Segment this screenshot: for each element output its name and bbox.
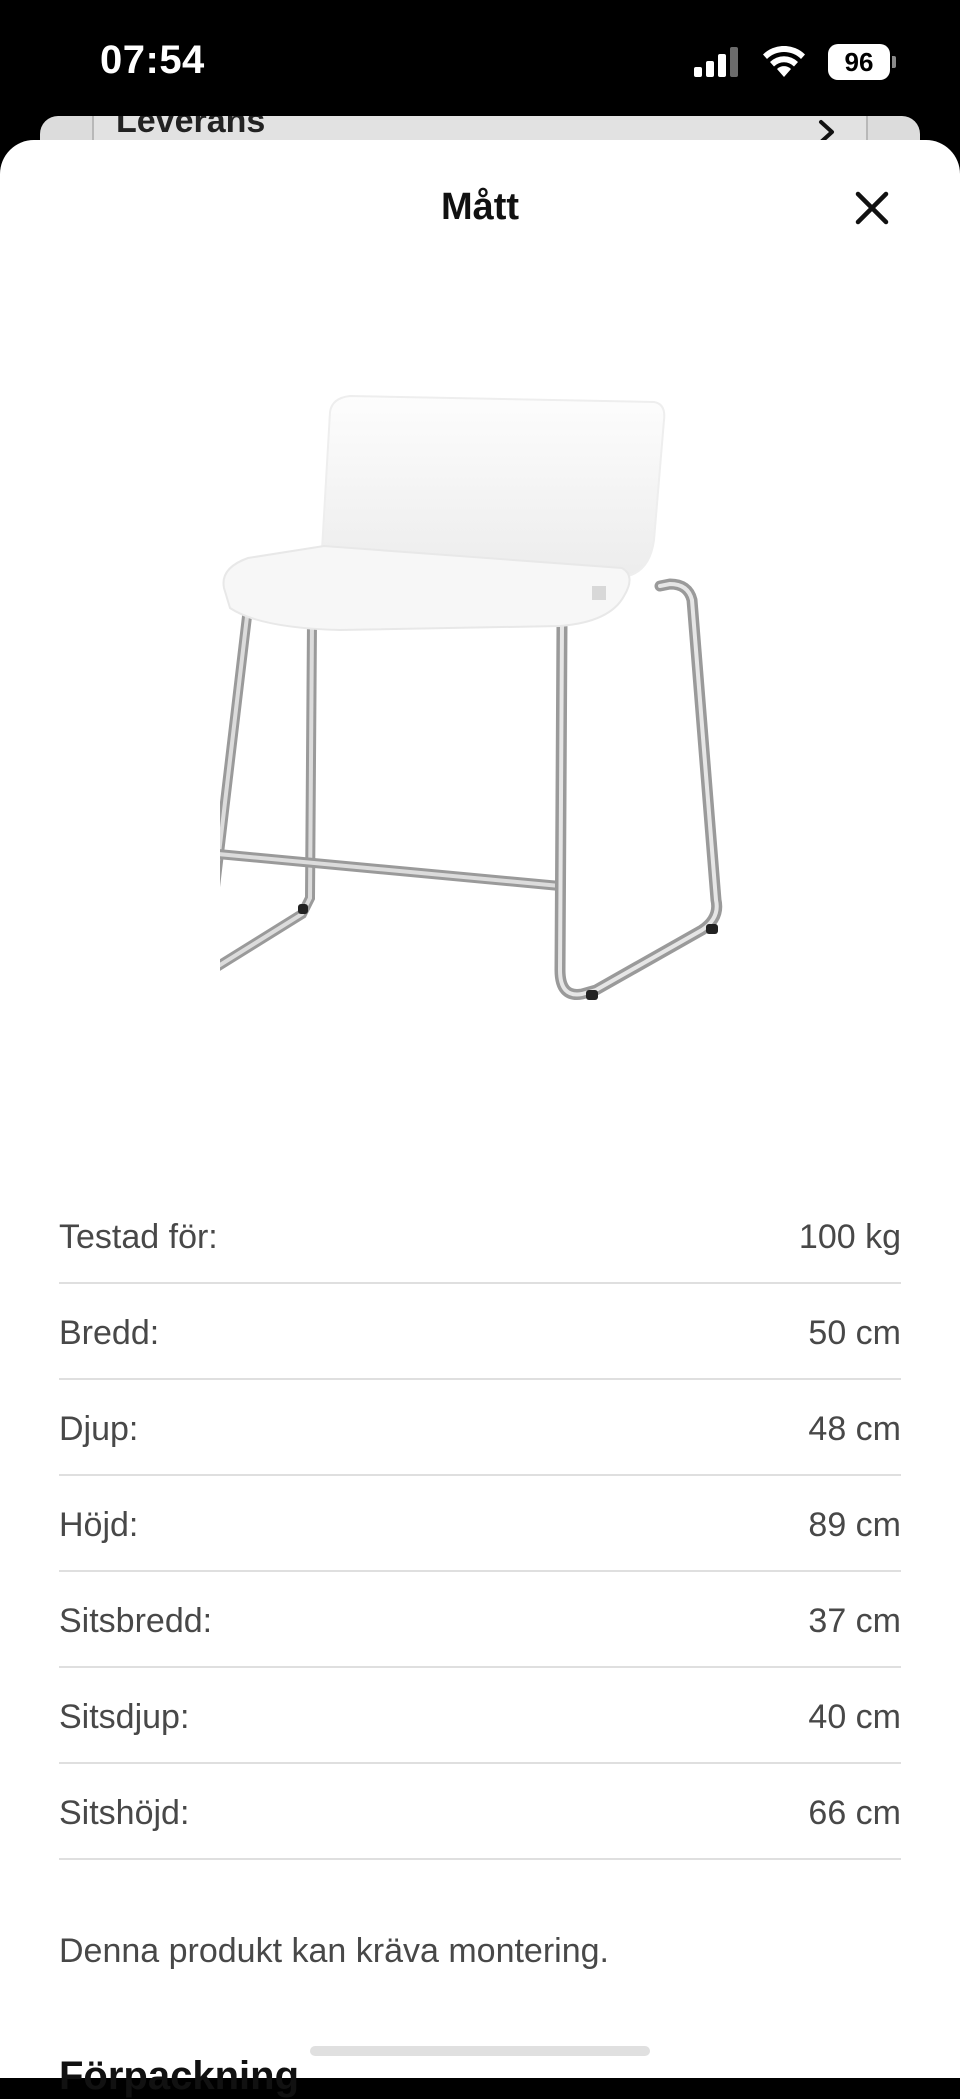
dimension-value: 100 kg <box>798 1217 901 1256</box>
dimension-row-seat-height: Sitshöjd: 66 cm <box>59 1764 901 1860</box>
dimension-label: Höjd: <box>59 1505 139 1544</box>
dimension-row-seat-depth: Sitsdjup: 40 cm <box>59 1668 901 1764</box>
sheet-title: Mått <box>440 186 520 228</box>
dimension-row-width: Bredd: 50 cm <box>59 1284 901 1380</box>
dimension-value: 40 cm <box>808 1697 901 1736</box>
dimension-row-tested-for: Testad för: 100 kg <box>59 1188 901 1284</box>
dimension-row-height: Höjd: 89 cm <box>59 1476 901 1572</box>
battery-tip <box>892 56 896 68</box>
dimension-label: Sitsbredd: <box>59 1601 213 1640</box>
status-bar: 07:54 96 <box>0 0 960 120</box>
dimension-row-seat-width: Sitsbredd: 37 cm <box>59 1572 901 1668</box>
battery-level: 96 <box>828 44 890 80</box>
dimension-value: 37 cm <box>808 1601 901 1640</box>
dimension-label: Djup: <box>59 1409 139 1448</box>
status-time: 07:54 <box>100 38 205 82</box>
home-indicator[interactable] <box>310 2046 650 2056</box>
dimension-value: 50 cm <box>808 1313 901 1352</box>
battery-indicator: 96 <box>828 44 896 80</box>
dimension-label: Testad för: <box>59 1217 218 1256</box>
assembly-note: Denna produkt kan kräva montering. <box>59 1932 609 1970</box>
status-indicators: 96 <box>694 44 896 80</box>
delivery-label: Leverans <box>116 116 266 140</box>
cellular-signal-icon <box>694 47 738 77</box>
dimension-value: 66 cm <box>808 1793 901 1832</box>
dimension-label: Bredd: <box>59 1313 160 1352</box>
dimension-label: Sitshöjd: <box>59 1793 190 1832</box>
dimension-row-depth: Djup: 48 cm <box>59 1380 901 1476</box>
dimension-value: 48 cm <box>808 1409 901 1448</box>
next-section-heading: Förpackning <box>59 2054 300 2098</box>
bar-stool-image <box>220 394 723 1000</box>
wifi-icon <box>763 46 805 77</box>
close-icon[interactable] <box>850 186 894 230</box>
dimension-label: Sitsdjup: <box>59 1697 190 1736</box>
dimensions-list: Testad för: 100 kg Bredd: 50 cm Djup: 48… <box>59 1188 901 1860</box>
dimension-value: 89 cm <box>808 1505 901 1544</box>
dimensions-sheet: Mått Testad för: 100 kg Bredd: 50 cm Dju… <box>0 140 960 2078</box>
